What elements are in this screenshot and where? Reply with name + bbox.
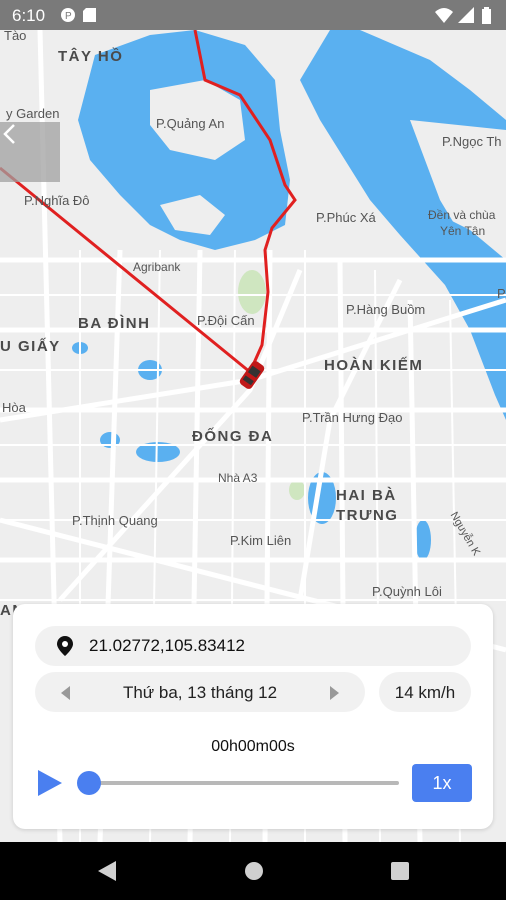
- back-nav-icon[interactable]: [96, 860, 118, 882]
- sync-icon: P: [61, 8, 75, 22]
- svg-text:P: P: [65, 11, 72, 22]
- status-bar: 6:10 P: [0, 0, 506, 30]
- map-label: P.Hàng Buồm: [346, 302, 426, 317]
- date-text: Thứ ba, 13 tháng 12: [122, 683, 278, 702]
- map-label: P.Quỳnh Lôi: [372, 584, 442, 599]
- map-label: BA ĐÌNH: [78, 315, 151, 332]
- map-label: P.Quảng An: [156, 116, 225, 131]
- map-label: P.Phúc Xá: [316, 210, 376, 225]
- playback-slider[interactable]: [89, 781, 399, 785]
- map-label: Đền và chùa: [428, 208, 496, 222]
- map-label: P.Kim Liên: [230, 533, 292, 548]
- status-left-icons: P: [60, 7, 102, 28]
- map-label: P.Nghĩa Đô: [24, 193, 90, 208]
- date-selector: Thứ ba, 13 tháng 12: [35, 672, 365, 712]
- map-label: Tào: [4, 30, 27, 43]
- map-label: Hòa: [2, 400, 26, 415]
- map-label: P.Thịnh Quang: [72, 513, 158, 528]
- status-right-icons: [434, 6, 498, 29]
- map-label: TRƯNG: [336, 507, 399, 524]
- map-label: y Garden: [6, 106, 60, 121]
- map-label: Agribank: [133, 260, 181, 274]
- slider-thumb[interactable]: [77, 771, 101, 795]
- speed-display: 14 km/h: [379, 672, 471, 712]
- playback-speed-button[interactable]: 1x: [412, 764, 472, 802]
- location-pin-icon: [57, 636, 73, 656]
- lake: [415, 520, 431, 560]
- playback-speed-label: 1x: [432, 773, 452, 793]
- map-label: P.Ngọc Th: [442, 134, 502, 149]
- chevron-left-icon: [3, 124, 15, 144]
- home-nav-icon[interactable]: [243, 860, 265, 882]
- map-label: ĐỐNG ĐA: [192, 428, 274, 445]
- speed-text: 14 km/h: [394, 683, 456, 702]
- signal-icon: [458, 7, 474, 23]
- coordinates-text: 21.02772,105.83412: [89, 636, 245, 655]
- coordinates-field: 21.02772,105.83412: [35, 626, 471, 666]
- map-label: P.Đội Cấn: [197, 313, 255, 328]
- wifi-icon: [435, 8, 453, 23]
- next-day-icon[interactable]: [329, 685, 341, 701]
- status-time: 6:10: [12, 6, 46, 25]
- elapsed-time: 00h00m00s: [211, 738, 295, 755]
- map-label: HAI BÀ: [336, 487, 397, 504]
- battery-icon: [482, 7, 491, 24]
- navigation-bar: [0, 842, 506, 900]
- sim-card-icon: [83, 8, 96, 22]
- map-label: P.Trần Hưng Đạo: [302, 410, 403, 425]
- map-label: U GIẤY: [0, 338, 61, 355]
- playback-panel: 21.02772,105.83412 Thứ ba, 13 tháng 12 1…: [13, 604, 493, 829]
- map-label: Yên Tân: [440, 224, 486, 238]
- park: [238, 270, 266, 314]
- play-icon: [38, 770, 62, 796]
- map-label: HOÀN KIẾM: [324, 357, 424, 374]
- park: [289, 480, 305, 500]
- map-label: P: [497, 286, 506, 301]
- map-label: TÂY HỒ: [58, 48, 124, 65]
- back-button[interactable]: [0, 122, 60, 182]
- map-label: Nhà A3: [218, 471, 258, 485]
- play-button[interactable]: [35, 768, 65, 798]
- recents-nav-icon[interactable]: [390, 861, 410, 881]
